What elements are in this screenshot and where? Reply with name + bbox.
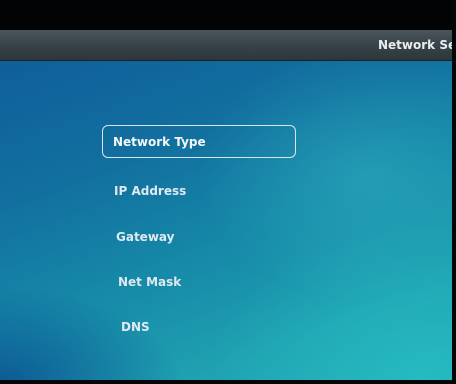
screen-bezel-top bbox=[0, 0, 456, 30]
device-screen: Network Set Network Type IP Address Gate… bbox=[0, 0, 456, 384]
page-title: Network Set bbox=[378, 38, 456, 52]
screen-bezel-bottom bbox=[0, 380, 456, 384]
menu-item-gateway[interactable]: Gateway bbox=[116, 230, 174, 244]
menu-item-ip-address[interactable]: IP Address bbox=[114, 184, 186, 198]
menu-item-network-type[interactable]: Network Type bbox=[102, 125, 296, 158]
network-settings-menu: Network Type IP Address Gateway Net Mask… bbox=[0, 61, 456, 384]
menu-item-net-mask[interactable]: Net Mask bbox=[118, 275, 181, 289]
screen-bezel-right bbox=[452, 0, 456, 384]
menu-item-dns[interactable]: DNS bbox=[121, 320, 150, 334]
title-bar: Network Set bbox=[0, 30, 456, 61]
